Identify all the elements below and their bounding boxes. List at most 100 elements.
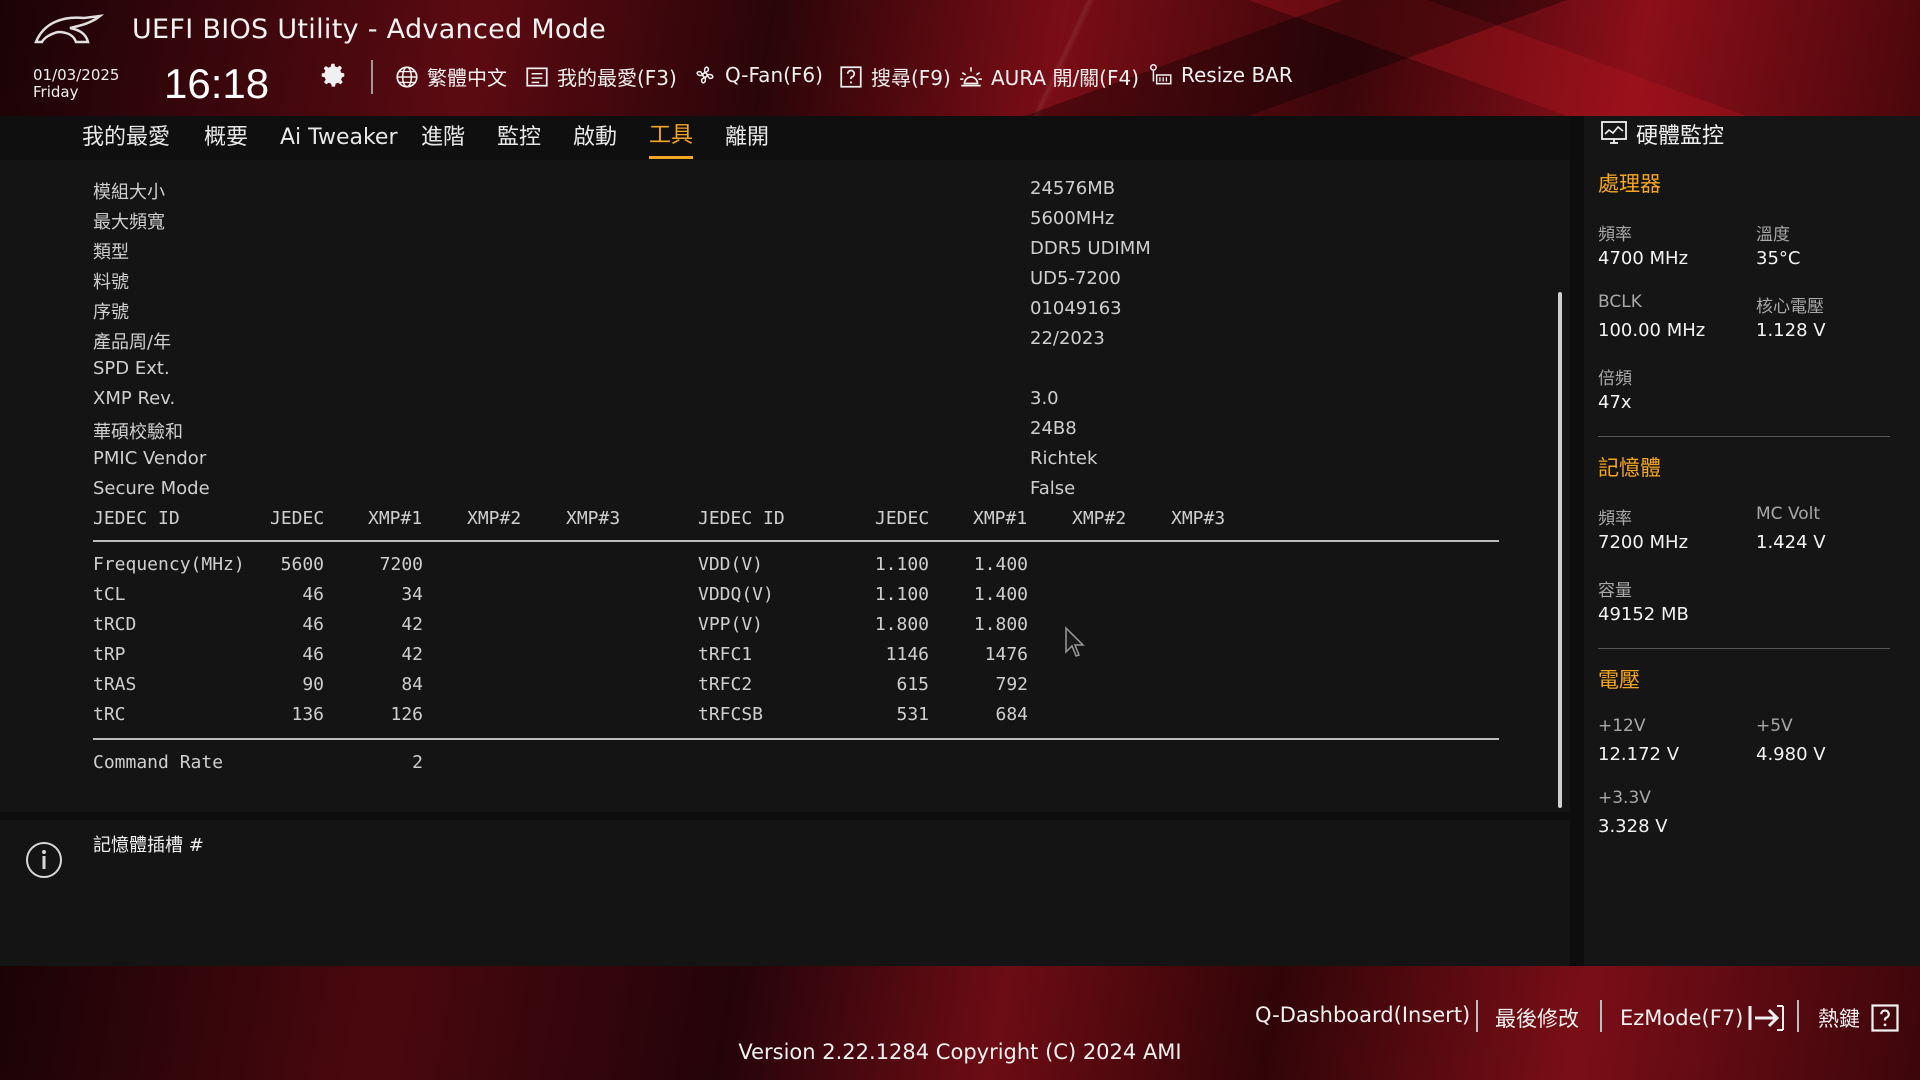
question-box-icon [840, 65, 862, 88]
table-header-right-xmp3: XMP#3 [1171, 508, 1226, 529]
scrollbar[interactable] [1558, 292, 1562, 808]
spd-value-pmic-vendor: Richtek [1030, 448, 1098, 469]
table-row-jedec: 136 [291, 704, 324, 725]
favorites-button[interactable]: 我的最愛(F3) [524, 62, 677, 91]
language-button[interactable]: 繁體中文 [394, 62, 507, 91]
footer-divider [1600, 1000, 1602, 1032]
table-row-name: VDD(V) [698, 554, 764, 575]
mem-capacity-value: 49152 MB [1598, 604, 1689, 625]
table-row-name: tRFCSB [698, 704, 764, 725]
qfan-button[interactable]: Q-Fan(F6) [692, 62, 823, 88]
table-header-right-id: JEDEC ID [698, 508, 785, 529]
favorites-list-icon [526, 66, 548, 87]
table-row-name: tRAS [93, 674, 137, 695]
cpu-freq-label: 頻率 [1598, 225, 1632, 245]
table-row-jedec: 1.100 [874, 554, 929, 575]
favorites-label: 我的最愛(F3) [557, 66, 677, 90]
table-row-name: Frequency(MHz) [93, 554, 245, 575]
table-row-jedec: 1.100 [874, 584, 929, 605]
table-header-left-id: JEDEC ID [93, 508, 180, 529]
cpu-section-title: 處理器 [1598, 172, 1661, 196]
tab-main[interactable]: 概要 [204, 116, 248, 160]
table-row-name: tRC [93, 704, 126, 725]
gear-icon[interactable] [318, 60, 348, 90]
resize-bar-icon [1149, 63, 1172, 85]
tab-exit[interactable]: 離開 [725, 116, 769, 160]
footer-divider [1797, 1000, 1799, 1032]
table-row-xmp1: 34 [401, 584, 423, 605]
clock[interactable]: 16:18 [164, 60, 269, 108]
tab-monitor[interactable]: 監控 [497, 116, 541, 160]
mc-volt-value: 1.424 V [1756, 532, 1826, 553]
spd-value-max-bandwidth: 5600MHz [1030, 208, 1115, 229]
spd-info-panel: 模組大小 24576MB 最大頻寬 5600MHz 類型 DDR5 UDIMM … [0, 160, 1570, 812]
spd-label-module-size: 模組大小 [93, 182, 165, 203]
bclk-label: BCLK [1598, 292, 1642, 312]
tab-tool[interactable]: 工具 [649, 116, 694, 159]
hw-divider [1598, 648, 1890, 649]
spd-label-max-bandwidth: 最大頻寬 [93, 212, 165, 233]
aura-button[interactable]: AURA 開/關(F4) [958, 62, 1139, 91]
table-row-jedec: 1146 [885, 644, 929, 665]
help-text: 記憶體插槽 # [93, 835, 204, 856]
cpu-temp-label: 溫度 [1756, 225, 1790, 245]
tab-ai-tweaker[interactable]: Ai Tweaker [280, 116, 398, 160]
table-row-name: tRFC2 [698, 674, 753, 695]
v33-label: +3.3V [1598, 788, 1651, 808]
tab-boot[interactable]: 啟動 [573, 116, 617, 160]
tab-favorites[interactable]: 我的最愛 [82, 116, 170, 160]
cpu-temp-value: 35°C [1756, 248, 1801, 269]
ezmode-button[interactable]: EzMode(F7) [1620, 1003, 1787, 1033]
globe-icon [396, 65, 418, 88]
table-row-name: tRCD [93, 614, 137, 635]
search-button[interactable]: 搜尋(F9) [838, 62, 951, 91]
table-row-xmp1: 792 [995, 674, 1028, 695]
table-row-jedec: 90 [302, 674, 324, 695]
aura-light-icon [960, 66, 982, 87]
spd-label-spd-ext: SPD Ext. [93, 358, 170, 379]
mem-capacity-label: 容量 [1598, 581, 1632, 601]
vcore-value: 1.128 V [1756, 320, 1826, 341]
q-dashboard-button[interactable]: Q-Dashboard(Insert) [1255, 1003, 1470, 1027]
table-header-right-xmp1: XMP#1 [973, 508, 1028, 529]
question-box-icon [1871, 1004, 1899, 1032]
last-modified-button[interactable]: 最後修改 [1495, 1003, 1579, 1033]
table-divider-bottom [93, 738, 1499, 740]
weekday-text: Friday [33, 83, 79, 101]
spd-label-serial: 序號 [93, 302, 129, 323]
spd-value-part-number: UD5-7200 [1030, 268, 1121, 289]
table-row-name: tRFC1 [698, 644, 753, 665]
v5-value: 4.980 V [1756, 744, 1826, 765]
v12-value: 12.172 V [1598, 744, 1680, 765]
tab-advanced[interactable]: 進階 [421, 116, 465, 160]
table-row-jedec: 46 [302, 614, 324, 635]
table-header-right-xmp2: XMP#2 [1072, 508, 1127, 529]
vcore-label: 核心電壓 [1756, 297, 1824, 317]
table-row-xmp1: 1.400 [973, 554, 1028, 575]
table-row-xmp1: 42 [401, 644, 423, 665]
info-icon [26, 842, 62, 878]
table-row-jedec: 46 [302, 584, 324, 605]
qfan-label: Q-Fan(F6) [725, 63, 823, 87]
monitor-icon [1601, 121, 1627, 144]
spd-value-serial: 01049163 [1030, 298, 1122, 319]
mem-freq-value: 7200 MHz [1598, 532, 1689, 553]
spd-label-pmic-vendor: PMIC Vendor [93, 448, 207, 469]
footer-divider [1476, 1000, 1478, 1032]
resize-bar-button[interactable]: Resize BAR [1148, 62, 1293, 88]
spd-label-xmp-rev: XMP Rev. [93, 388, 176, 409]
spd-value-type: DDR5 UDIMM [1030, 238, 1151, 259]
ratio-label: 倍頻 [1598, 369, 1632, 389]
table-row-xmp1: 7200 [379, 554, 423, 575]
table-row-xmp1: 684 [995, 704, 1028, 725]
table-divider-top [93, 540, 1499, 542]
v33-value: 3.328 V [1598, 816, 1668, 837]
spd-label-manufacture-date: 產品周/年 [93, 332, 172, 353]
hardware-monitor-title: 硬體監控 [1636, 124, 1725, 149]
search-label: 搜尋(F9) [871, 66, 951, 90]
table-row-xmp1: 126 [390, 704, 423, 725]
table-row-jedec: 5600 [280, 554, 324, 575]
mouse-cursor-icon [1065, 626, 1085, 657]
bclk-value: 100.00 MHz [1598, 320, 1706, 341]
hotkeys-button[interactable]: 熱鍵 [1818, 1003, 1900, 1033]
